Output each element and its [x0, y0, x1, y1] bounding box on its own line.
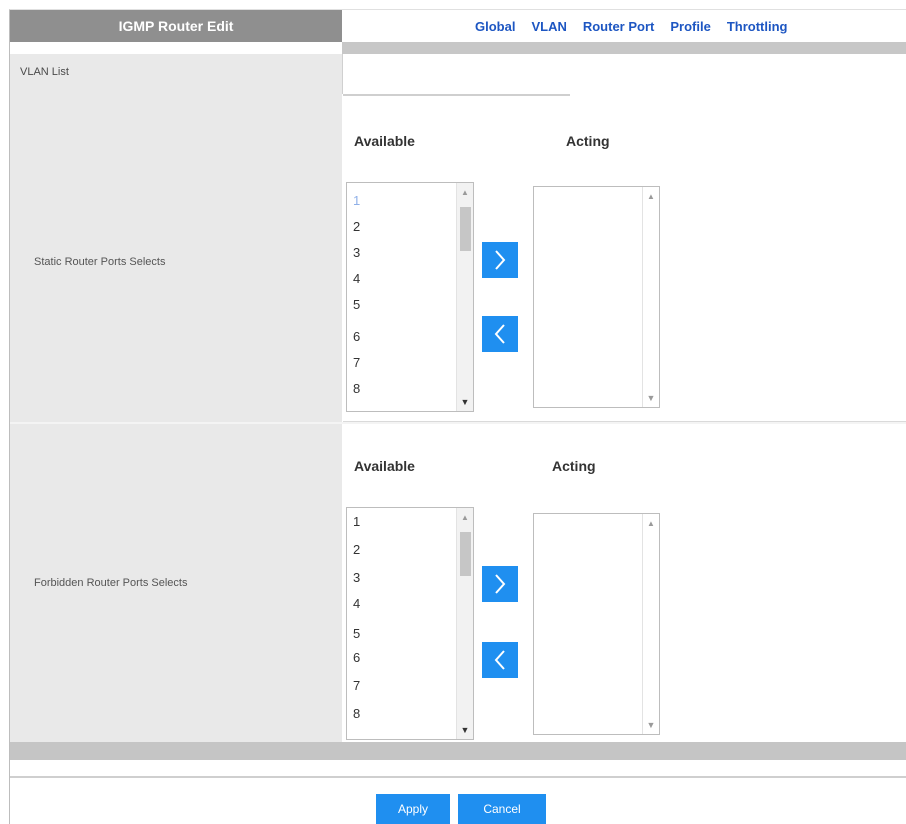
chevron-left-icon — [494, 324, 505, 344]
page-title: IGMP Router Edit — [10, 10, 342, 42]
forbidden-available-header: Available — [354, 458, 415, 474]
static-acting-header: Acting — [566, 133, 610, 149]
scroll-up-arrow-icon[interactable]: ▲ — [643, 516, 659, 530]
row-divider — [10, 422, 906, 424]
chevron-right-icon — [495, 250, 506, 270]
chevron-left-icon — [494, 650, 505, 670]
scroll-up-arrow-icon[interactable]: ▲ — [643, 189, 659, 203]
scroll-thumb[interactable] — [460, 207, 471, 251]
scroll-up-arrow-icon[interactable]: ▲ — [457, 510, 473, 524]
forbidden-acting-listbox[interactable]: ▲ ▼ — [533, 513, 660, 735]
list-item[interactable]: 8 — [353, 706, 360, 722]
vlan-list-label: VLAN List — [20, 66, 69, 78]
static-acting-listbox[interactable]: ▲ ▼ — [533, 186, 660, 408]
nav-link-router-port[interactable]: Router Port — [583, 19, 655, 34]
forbidden-remove-button[interactable] — [482, 642, 518, 678]
forbidden-router-ports-label: Forbidden Router Ports Selects — [34, 577, 188, 589]
forbidden-add-button[interactable] — [482, 566, 518, 602]
forbidden-available-listbox[interactable]: 1 2 3 4 5 6 7 8 ▲ ▼ — [346, 507, 474, 740]
list-item[interactable]: 1 — [353, 514, 360, 530]
static-add-button[interactable] — [482, 242, 518, 278]
static-remove-button[interactable] — [482, 316, 518, 352]
list-item[interactable]: 5 — [353, 626, 360, 642]
list-item[interactable]: 3 — [353, 245, 360, 261]
label-column — [10, 54, 342, 742]
scrollbar[interactable]: ▲ ▼ — [456, 183, 473, 411]
nav-link-global[interactable]: Global — [475, 19, 515, 34]
list-item[interactable]: 5 — [353, 297, 360, 313]
cancel-button[interactable]: Cancel — [458, 794, 546, 824]
scroll-thumb[interactable] — [460, 532, 471, 576]
nav-strip — [342, 42, 906, 54]
list-item[interactable]: 7 — [353, 355, 360, 371]
vlan-separator — [342, 54, 343, 94]
list-item[interactable]: 6 — [353, 650, 360, 666]
scroll-down-arrow-icon[interactable]: ▼ — [643, 391, 659, 405]
list-item[interactable]: 2 — [353, 542, 360, 558]
static-available-listbox[interactable]: 1 2 3 4 5 6 7 8 ▲ ▼ — [346, 182, 474, 412]
chevron-right-icon — [495, 574, 506, 594]
list-item[interactable]: 4 — [353, 271, 360, 287]
static-available-header: Available — [354, 133, 415, 149]
footer-bar — [10, 742, 906, 760]
scroll-down-arrow-icon[interactable]: ▼ — [643, 718, 659, 732]
header: IGMP Router Edit Global VLAN Router Port… — [10, 10, 906, 54]
nav-link-profile[interactable]: Profile — [670, 19, 710, 34]
list-item[interactable]: 4 — [353, 596, 360, 612]
vlan-list-field[interactable] — [343, 94, 570, 96]
footer-divider — [10, 776, 906, 778]
list-item[interactable]: 3 — [353, 570, 360, 586]
list-item[interactable]: 6 — [353, 329, 360, 345]
static-router-ports-label: Static Router Ports Selects — [34, 256, 166, 268]
forbidden-acting-header: Acting — [552, 458, 596, 474]
list-item[interactable]: 1 — [353, 193, 360, 209]
nav-links: Global VLAN Router Port Profile Throttli… — [475, 10, 787, 42]
nav-link-vlan[interactable]: VLAN — [531, 19, 566, 34]
scrollbar[interactable]: ▲ ▼ — [642, 187, 659, 407]
scroll-down-arrow-icon[interactable]: ▼ — [457, 395, 473, 409]
list-item[interactable]: 2 — [353, 219, 360, 235]
scrollbar[interactable]: ▲ ▼ — [642, 514, 659, 734]
list-item[interactable]: 7 — [353, 678, 360, 694]
scroll-up-arrow-icon[interactable]: ▲ — [457, 185, 473, 199]
apply-button[interactable]: Apply — [376, 794, 450, 824]
scrollbar[interactable]: ▲ ▼ — [456, 508, 473, 739]
row-divider-right — [343, 421, 906, 422]
nav-link-throttling[interactable]: Throttling — [727, 19, 788, 34]
scroll-down-arrow-icon[interactable]: ▼ — [457, 723, 473, 737]
list-item[interactable]: 8 — [353, 381, 360, 397]
